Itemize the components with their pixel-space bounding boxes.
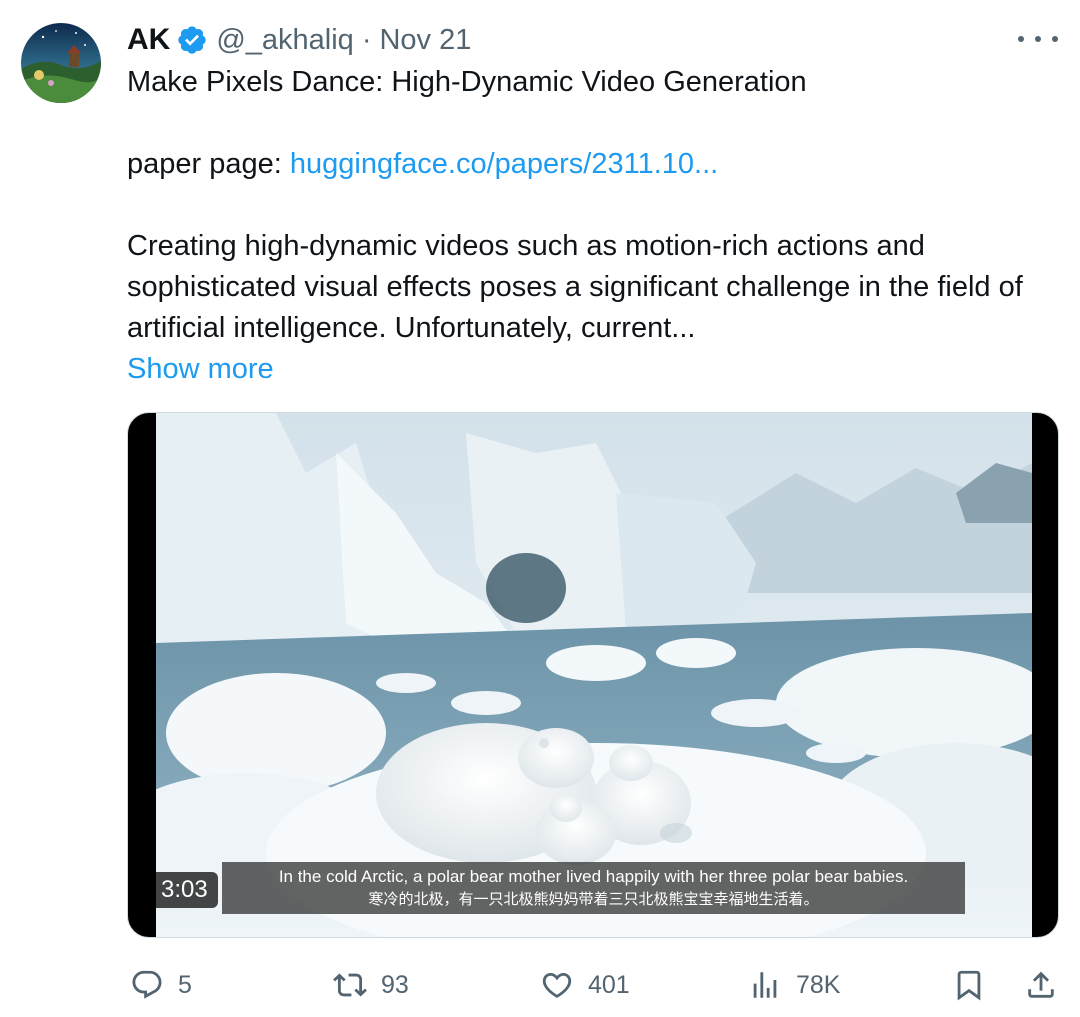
heart-icon — [542, 972, 572, 998]
subtitle-english: In the cold Arctic, a polar bear mother … — [278, 867, 909, 886]
share-icon — [1028, 971, 1054, 998]
tweet-text: Make Pixels Dance: High-Dynamic Video Ge… — [127, 62, 1052, 390]
video-subtitle: In the cold Arctic, a polar bear mother … — [222, 862, 965, 914]
repost-count: 93 — [381, 970, 409, 999]
paper-link[interactable]: huggingface.co/papers/2311.10... — [290, 148, 718, 180]
header-separator: · — [361, 23, 372, 56]
views-button[interactable]: 78K — [748, 960, 840, 1010]
video-frame — [156, 413, 1032, 937]
verified-badge-icon — [176, 24, 208, 56]
tweet-title: Make Pixels Dance: High-Dynamic Video Ge… — [127, 66, 807, 98]
video-duration: 3:03 — [151, 872, 218, 908]
like-count: 401 — [588, 970, 630, 999]
reply-count: 5 — [178, 970, 192, 999]
views-chart-icon — [753, 972, 777, 998]
paper-line: paper page: huggingface.co/papers/2311.1… — [127, 144, 1052, 185]
show-more-link[interactable]: Show more — [127, 349, 1052, 390]
share-button[interactable] — [1024, 960, 1058, 1010]
views-count: 78K — [796, 970, 841, 999]
avatar[interactable] — [21, 23, 101, 103]
reply-icon — [132, 970, 162, 999]
repost-icon — [333, 973, 367, 997]
bookmark-button[interactable] — [952, 960, 986, 1010]
tweet-header: AK @_akhaliq · Nov 21 — [127, 22, 471, 58]
more-dots-icon[interactable] — [1018, 24, 1058, 54]
tweet-body: Creating high-dynamic videos such as mot… — [127, 230, 1023, 344]
tweet-date[interactable]: Nov 21 — [379, 24, 471, 57]
subtitle-chinese: 寒冷的北极，有一只北极熊妈妈带着三只北极熊宝宝幸福地生活着。 — [368, 891, 819, 908]
paper-label: paper page: — [127, 148, 290, 180]
author-name[interactable]: AK — [127, 23, 170, 57]
video-player[interactable] — [127, 412, 1059, 938]
author-handle[interactable]: @_akhaliq — [216, 24, 353, 57]
bookmark-icon — [957, 970, 981, 1001]
reply-button[interactable]: 5 — [130, 960, 192, 1010]
like-button[interactable]: 401 — [540, 960, 630, 1010]
action-bar: 5 93 401 78K — [0, 960, 1080, 1010]
repost-button[interactable]: 93 — [333, 960, 409, 1010]
